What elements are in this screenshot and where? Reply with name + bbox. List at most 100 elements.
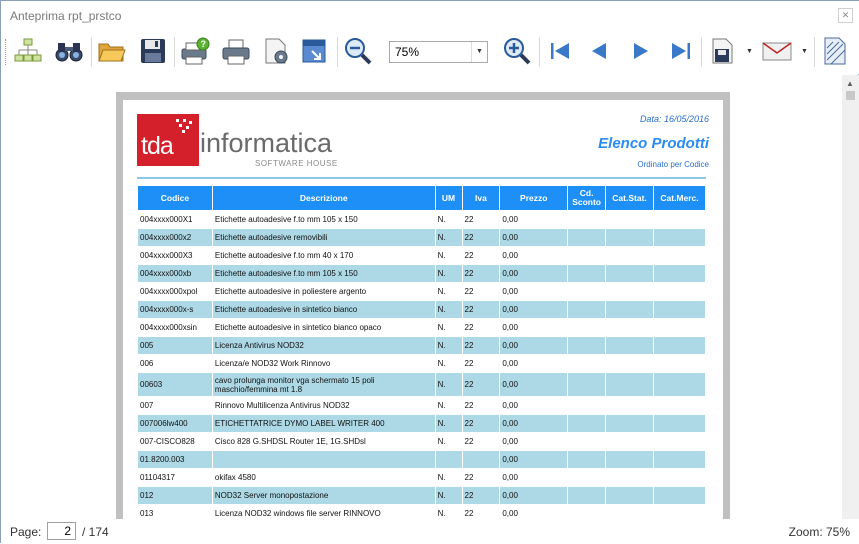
cell-um: N. [434,264,463,283]
cell-iva: 22 [461,396,501,415]
save-dropdown-arrow[interactable]: ▼ [746,48,753,55]
zoom-status: Zoom: 75% [788,525,850,539]
cell-um [434,450,463,469]
table-row: 004xxxx000x-s Etichette autoadesive in si… [137,300,706,319]
column-header[interactable]: Prezzo [499,185,569,211]
cell-um: N. [434,228,463,247]
logo-brand: tda [141,132,174,160]
column-header[interactable]: Cat.Merc. [653,185,706,211]
open-folder-icon[interactable] [96,35,128,67]
save-floppy-icon[interactable] [137,35,169,67]
column-header[interactable]: UM [434,185,463,211]
table-header-row: Codice Descrizione UM Iva Prezzo Cd. Sco… [137,185,706,211]
cell-code: 005 [137,336,213,355]
cell-iva: 22 [461,318,501,337]
zoom-select[interactable]: 75% ▼ [389,41,488,63]
cell-iva: 22 [461,486,501,505]
cell-code: 012 [137,486,213,505]
cell-iva: 22 [461,264,501,283]
cell-price: 0,00 [499,264,569,283]
cell-price: 0,00 [499,396,569,415]
scroll-up-arrow-icon[interactable]: ▲ [846,79,854,88]
column-header[interactable]: Cat.Stat. [605,185,655,211]
table-row: 00603 cavo prolunga monitor vga schermato… [137,372,706,397]
cell-iva: 22 [461,282,501,301]
preview-area[interactable]: tda informatica SOFTWARE HOUSE Data: 16/… [2,75,842,519]
cell-um: N. [434,246,463,265]
cell-um: N. [434,372,463,397]
cell-um: N. [434,468,463,487]
column-header[interactable]: Codice [137,185,213,211]
export-icon[interactable] [299,35,331,67]
email-icon[interactable] [761,35,793,67]
table-row: 004xxxx000X1 Etichette autoadesive f.to m… [137,210,706,229]
table-row: 007 Rinnovo Multilicenza Antivirus NOD32 N… [137,396,706,415]
column-header[interactable]: Iva [461,185,501,211]
print-icon[interactable] [220,35,252,67]
cell-code: 00603 [137,372,213,397]
next-page-icon[interactable] [625,35,657,67]
close-button[interactable]: ✕ [838,8,853,23]
cell-iva: 22 [461,432,501,451]
watermark-icon[interactable] [819,35,851,67]
logo-tagline: SOFTWARE HOUSE [255,159,338,168]
cell-desc: Etichette autoadesive in sintetico bianc… [211,318,436,337]
scrollbar-thumb[interactable] [846,91,855,100]
cell-iva: 22 [461,246,501,265]
table-row: 007-CISCO828 Cisco 828 G.SHDSL Router 1E,… [137,432,706,451]
cell-price: 0,00 [499,372,569,397]
cell-um: N. [434,396,463,415]
cell-price: 0,00 [499,300,569,319]
first-page-icon[interactable] [544,35,576,67]
email-dropdown-arrow[interactable]: ▼ [801,48,808,55]
cell-code: 006 [137,354,213,373]
svg-text:?: ? [201,39,207,49]
cell-desc [211,450,436,469]
table-row: 012 NOD32 Server monopostazione N. 22 0,00 [137,486,706,505]
logo-word: informatica [200,128,333,158]
document-map-icon[interactable] [12,35,44,67]
save-disk-icon[interactable] [706,35,738,67]
table-row: 007006lw400 ETICHETTATRICE DYMO LABEL WRI… [137,414,706,433]
table-row: 01104317 okifax 4580 N. 22 0,00 [137,468,706,487]
page-setup-icon[interactable] [260,35,292,67]
zoom-out-icon[interactable] [342,35,374,67]
column-header[interactable]: Cd. Sconto [567,185,607,211]
cell-code: 004xxxx000X1 [137,210,213,229]
cell-code: 007006lw400 [137,414,213,433]
logo-red-box: tda [137,114,199,166]
table-row: 013 Licenza NOD32 windows file server RIN… [137,504,706,519]
cell-price: 0,00 [499,432,569,451]
cell-desc: okifax 4580 [211,468,436,487]
zoom-in-icon[interactable] [501,35,533,67]
toolbar-grip[interactable] [5,39,8,65]
cell-desc: ETICHETTATRICE DYMO LABEL WRITER 400 [211,414,436,433]
chevron-down-icon[interactable]: ▼ [471,42,487,62]
cell-code: 01.8200.003 [137,450,213,469]
cell-um: N. [434,414,463,433]
cell-desc: Etichette autoadesive in poliestere arge… [211,282,436,301]
cell-code: 004xxxx000xb [137,264,213,283]
cell-desc: Etichette autoadesive in sintetico bianc… [211,300,436,319]
search-binoculars-icon[interactable] [53,35,85,67]
cell-price: 0,00 [499,354,569,373]
title-bar: Anteprima rpt_prstco ✕ [1,1,859,32]
cell-iva: 22 [461,228,501,247]
page-label: Page: [10,525,42,539]
cell-iva: 22 [461,336,501,355]
cell-iva: 22 [461,300,501,319]
page-number-input[interactable]: 2 [47,522,76,540]
vertical-scrollbar[interactable]: ▲ [842,75,859,519]
table-row: 01.8200.003 0,00 [137,450,706,469]
last-page-icon[interactable] [665,35,697,67]
print-help-icon[interactable]: ? [179,35,211,67]
zoom-select-value: 75% [395,45,420,59]
table-row: 004xxxx000xb Etichette autoadesive f.to m… [137,264,706,283]
cell-price: 0,00 [499,468,569,487]
report-title: Elenco Prodotti [598,135,709,152]
column-header[interactable]: Descrizione [211,185,436,211]
table-row: 004xxxx000X3 Etichette autoadesive f.to m… [137,246,706,265]
previous-page-icon[interactable] [583,35,615,67]
cell-um: N. [434,336,463,355]
cell-price: 0,00 [499,336,569,355]
